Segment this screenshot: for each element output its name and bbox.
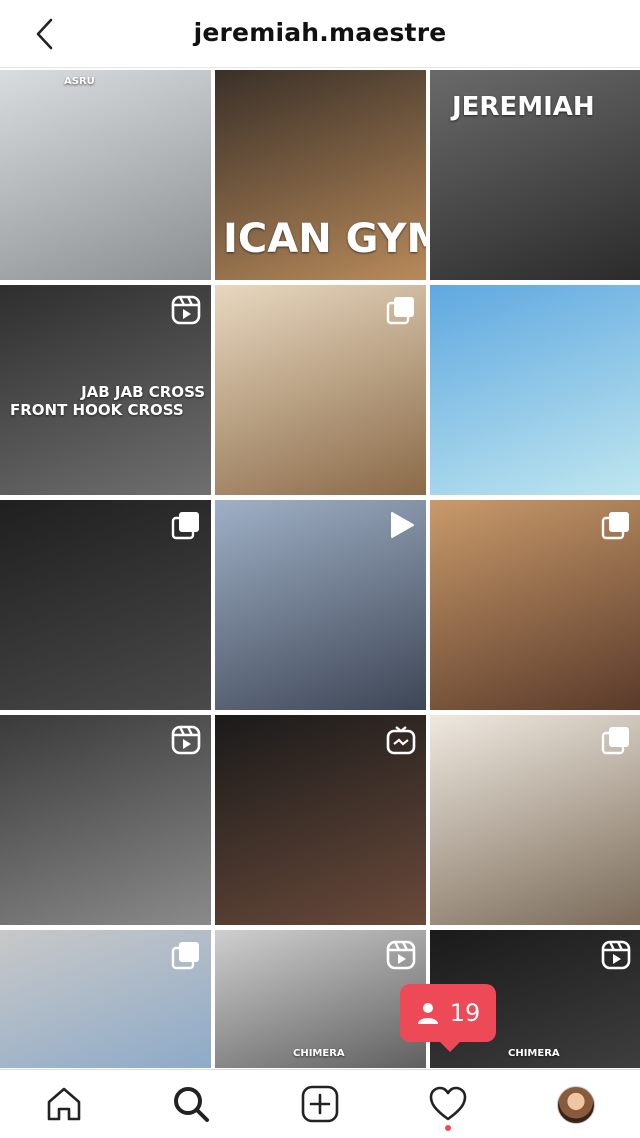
profile-avatar[interactable]: [557, 1086, 595, 1124]
post-ring-sparring[interactable]: [0, 930, 211, 1068]
post-studio-jacket[interactable]: ASRU: [0, 70, 211, 280]
post-overlay-text: JEREMIAH: [452, 92, 595, 122]
follower-notification-badge[interactable]: 19: [400, 984, 496, 1052]
bottom-nav: [0, 1069, 640, 1138]
carousel-icon: [171, 510, 201, 540]
carousel-icon: [601, 510, 631, 540]
reel-icon: [386, 940, 416, 970]
tab-new-post[interactable]: [300, 1084, 340, 1124]
reel-icon: [601, 940, 631, 970]
add-post-icon: [301, 1085, 339, 1123]
post-overlay-text: JAB JAB CROSS: [81, 383, 205, 401]
post-thumbnail: [0, 70, 211, 280]
tab-home[interactable]: [44, 1084, 84, 1124]
home-icon: [47, 1087, 81, 1121]
carousel-icon: [386, 295, 416, 325]
post-family[interactable]: [430, 715, 640, 925]
post-grid: ASRU ICAN GYM JEREMIAH FRONT HOOK CROSS JAB …: [0, 70, 640, 1068]
post-headphones-punch[interactable]: [215, 500, 426, 710]
top-bar: jeremiah.maestre: [0, 0, 640, 68]
tab-activity[interactable]: [428, 1084, 468, 1124]
post-overlay-text: CHIMERA: [293, 1048, 345, 1059]
tab-search[interactable]: [171, 1084, 211, 1124]
page-title: jeremiah.maestre: [193, 18, 447, 47]
post-heavy-bag[interactable]: [430, 500, 640, 710]
follower-count: 19: [449, 999, 481, 1027]
post-couple-indoor[interactable]: [215, 285, 426, 495]
person-icon: [417, 1003, 438, 1024]
activity-dot: [445, 1125, 451, 1131]
post-wrapping-hands[interactable]: CHIMERA: [215, 930, 426, 1068]
post-gym-sign[interactable]: ICAN GYM: [215, 70, 426, 280]
post-raptors-jersey[interactable]: [215, 715, 426, 925]
reel-icon: [171, 295, 201, 325]
video-icon: [386, 510, 416, 540]
reel-icon: [171, 725, 201, 755]
igtv-icon: [386, 725, 416, 755]
post-overlay-text-2: FRONT HOOK CROSS: [10, 401, 184, 419]
carousel-icon: [171, 940, 201, 970]
post-overlay-text: CHIMERA: [508, 1048, 560, 1059]
post-thumbnail: [430, 285, 640, 495]
post-overlay-text: ICAN GYM: [223, 216, 426, 262]
search-icon: [174, 1087, 209, 1122]
post-jab-cross[interactable]: FRONT HOOK CROSS JAB JAB CROSS: [0, 285, 211, 495]
post-training-stick[interactable]: [0, 500, 211, 710]
post-bag-work[interactable]: [0, 715, 211, 925]
post-beach-couple[interactable]: [430, 285, 640, 495]
post-logo-banner[interactable]: JEREMIAH: [430, 70, 640, 280]
heart-icon: [429, 1086, 467, 1121]
post-overlay-text: ASRU: [64, 76, 95, 87]
carousel-icon: [601, 725, 631, 755]
